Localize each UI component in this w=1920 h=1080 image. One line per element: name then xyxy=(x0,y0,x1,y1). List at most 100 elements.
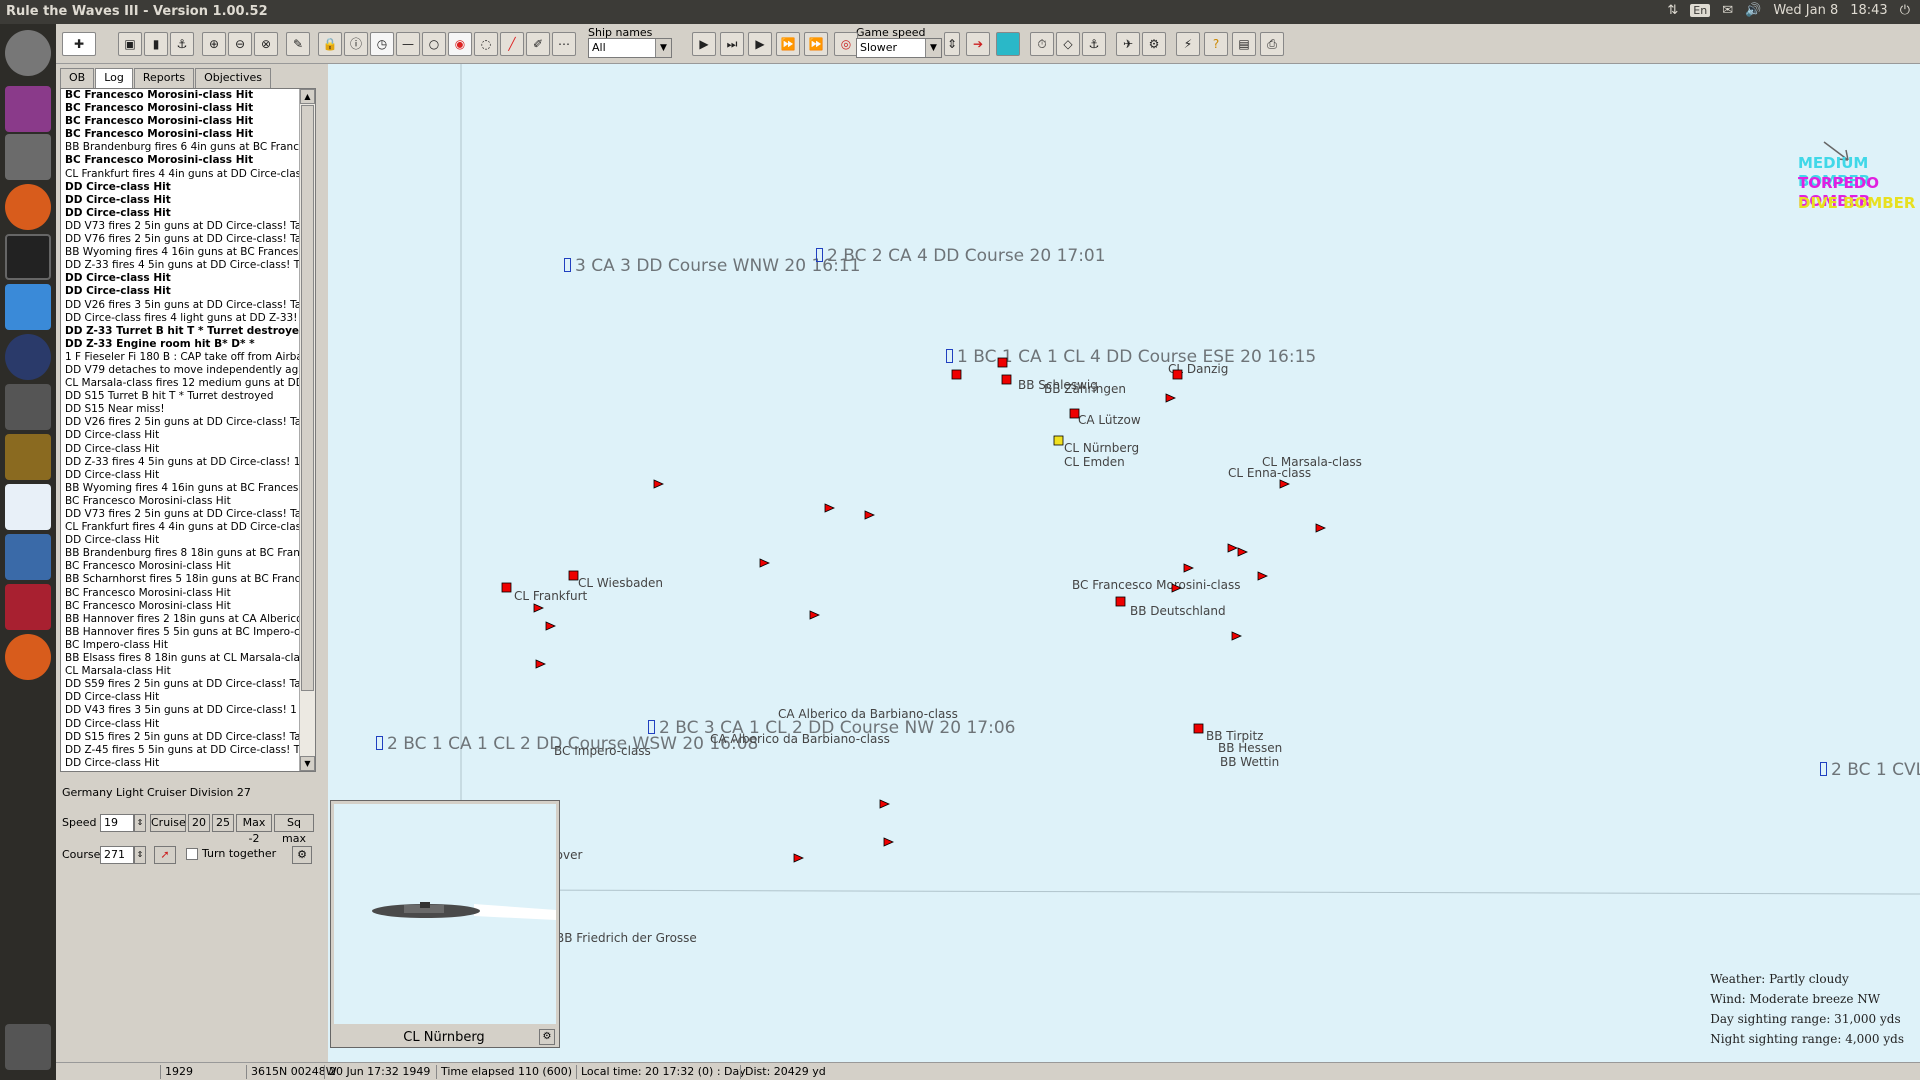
fleet-icon[interactable]: ⚓ xyxy=(170,32,194,56)
step-icon[interactable]: ⏭ xyxy=(720,32,744,56)
log-line: DD Circe-class Hit xyxy=(65,180,171,193)
course-stepper[interactable]: ⇕ xyxy=(134,846,146,864)
night-range-text: Night sighting range: 4,000 yds xyxy=(1710,1032,1904,1046)
lock-icon[interactable] xyxy=(5,334,51,380)
mail-icon[interactable]: ✉ xyxy=(1722,3,1733,18)
ship-names-value: All xyxy=(592,41,606,54)
ship-names-select[interactable]: All ▼ xyxy=(588,38,672,58)
scroll-thumb[interactable] xyxy=(301,105,314,691)
pen-icon[interactable]: ✎ xyxy=(286,32,310,56)
log-line: CL Frankfurt fires 4 4in guns at DD Circ… xyxy=(65,167,301,180)
wine-icon[interactable] xyxy=(5,584,51,630)
course-arrow-icon[interactable]: ➚ xyxy=(154,846,176,864)
terminal-icon[interactable] xyxy=(5,234,51,280)
skip-icon[interactable]: ⏩ xyxy=(804,32,828,56)
firefox-icon[interactable] xyxy=(5,184,51,230)
volume-icon[interactable]: 🔊 xyxy=(1745,3,1761,18)
scroll-down-icon[interactable]: ▼ xyxy=(300,756,315,771)
wind-text: Wind: Moderate breeze NW xyxy=(1710,992,1881,1006)
dash-icon[interactable] xyxy=(5,30,51,76)
pencil-icon[interactable]: ✐ xyxy=(526,32,550,56)
zoom-out-icon[interactable]: ⊖ xyxy=(228,32,252,56)
trash-icon[interactable] xyxy=(5,1024,51,1070)
log-line: BC Francesco Morosini-class Hit xyxy=(65,102,254,115)
cruise-button[interactable]: Cruise xyxy=(150,814,186,832)
tab-ob[interactable]: OB xyxy=(60,68,95,88)
document-icon[interactable] xyxy=(5,484,51,530)
course-input[interactable]: 271 xyxy=(100,846,134,864)
software-icon[interactable] xyxy=(5,284,51,330)
turn-together-label: Turn together xyxy=(202,847,277,860)
tab-objectives[interactable]: Objectives xyxy=(195,68,271,88)
settings-icon[interactable]: ⚙ xyxy=(1142,32,1166,56)
timer-icon[interactable]: ⏱ xyxy=(1030,32,1054,56)
circle-red-icon[interactable]: ◉ xyxy=(448,32,472,56)
line-icon[interactable]: — xyxy=(396,32,420,56)
zoom-fit-icon[interactable]: ⊗ xyxy=(254,32,278,56)
weather-icon[interactable] xyxy=(996,32,1020,56)
gear-icon[interactable]: ⚙ xyxy=(539,1029,555,1045)
power-icon[interactable]: ⏻ xyxy=(1900,3,1910,18)
speed-input[interactable]: 19 xyxy=(100,814,134,832)
max-minus-2-button[interactable]: Max -2 xyxy=(236,814,272,845)
files-icon[interactable] xyxy=(5,134,51,180)
book-icon[interactable]: ▮ xyxy=(144,32,168,56)
log-line: DD Circe-class Hit xyxy=(65,756,160,769)
info-icon[interactable]: ⓘ xyxy=(344,32,368,56)
fast-forward-icon[interactable]: ⏩ xyxy=(776,32,800,56)
eraser-icon[interactable]: ◇ xyxy=(1056,32,1080,56)
german-flag-icon[interactable]: ✚ xyxy=(62,32,96,56)
step-5-icon[interactable]: ▶ xyxy=(748,32,772,56)
clock-display[interactable]: 18:43 xyxy=(1850,3,1887,18)
log-scrollbar[interactable]: ▲ ▼ xyxy=(299,89,315,771)
save-icon[interactable]: ▣ xyxy=(118,32,142,56)
firefox-icon-2[interactable] xyxy=(5,634,51,680)
lock-icon[interactable]: 🔒 xyxy=(318,32,342,56)
speed-25-button[interactable]: 25 xyxy=(212,814,234,832)
display-icon[interactable] xyxy=(5,384,51,430)
circle-green-icon[interactable]: ○ xyxy=(422,32,446,56)
tactical-map[interactable]: 3 CA 3 DD Course WNW 20 16:11 2 BC 2 CA … xyxy=(328,64,1920,1063)
clock-icon[interactable]: ◷ xyxy=(370,32,394,56)
formation-icon[interactable]: ⚓ xyxy=(1082,32,1106,56)
speed-stepper[interactable]: ⇕ xyxy=(944,32,960,56)
print-icon[interactable]: ⎙ xyxy=(1260,32,1284,56)
dosbox-icon[interactable] xyxy=(5,434,51,480)
turn-together-checkbox[interactable] xyxy=(186,848,198,860)
zoom-in-icon[interactable]: ⊕ xyxy=(202,32,226,56)
date-display[interactable]: Wed Jan 8 xyxy=(1773,3,1838,18)
speed-stepper[interactable]: ⇕ xyxy=(134,814,146,832)
speed-20-button[interactable]: 20 xyxy=(188,814,210,832)
tab-reports[interactable]: Reports xyxy=(133,68,195,88)
log-line: BB Elsass fires 8 18in guns at CL Marsal… xyxy=(65,652,301,665)
help-icon[interactable]: ? xyxy=(1204,32,1228,56)
red-line-icon[interactable]: ╱ xyxy=(500,32,524,56)
report-icon[interactable]: ▤ xyxy=(1232,32,1256,56)
log-line: DD Circe-class Hit xyxy=(65,193,171,206)
log-line: DD Z-33 fires 4 5in guns at DD Circe-cla… xyxy=(65,259,301,272)
gear-icon[interactable]: ⚙ xyxy=(292,846,312,864)
game-speed-select[interactable]: Slower ▼ xyxy=(856,38,942,58)
sq-max-button[interactable]: Sq max xyxy=(274,814,314,845)
circle-grey-icon[interactable]: ◌ xyxy=(474,32,498,56)
chevron-down-icon[interactable]: ▼ xyxy=(655,39,671,57)
log-line: BC Francesco Morosini-class Hit xyxy=(65,115,254,128)
tab-log[interactable]: Log xyxy=(95,68,133,88)
target-icon[interactable]: ◎ xyxy=(834,32,858,56)
keyboard-language[interactable]: En xyxy=(1690,4,1711,17)
chevron-down-icon[interactable]: ▼ xyxy=(925,39,941,57)
aircraft-icon[interactable]: ✈ xyxy=(1116,32,1140,56)
app-window-icon[interactable] xyxy=(5,86,51,132)
course-label: Course xyxy=(62,848,101,861)
scroll-up-icon[interactable]: ▲ xyxy=(300,89,315,104)
arrow-right-icon[interactable]: ➔ xyxy=(966,32,990,56)
play-icon[interactable]: ▶ xyxy=(692,32,716,56)
combat-log[interactable]: BC Francesco Morosini-class Hit BC France… xyxy=(60,88,316,772)
virtualbox-icon[interactable] xyxy=(5,534,51,580)
dots-icon[interactable]: ⋯ xyxy=(552,32,576,56)
status-bar: 1929 3615N 00248W 20 Jun 17:32 1949 Time… xyxy=(56,1062,1920,1080)
status-position: 3615N 00248W xyxy=(246,1065,337,1079)
speed-label: Speed xyxy=(62,816,97,829)
lightning-icon[interactable]: ⚡ xyxy=(1176,32,1200,56)
network-icon[interactable]: ⇅ xyxy=(1667,3,1678,18)
